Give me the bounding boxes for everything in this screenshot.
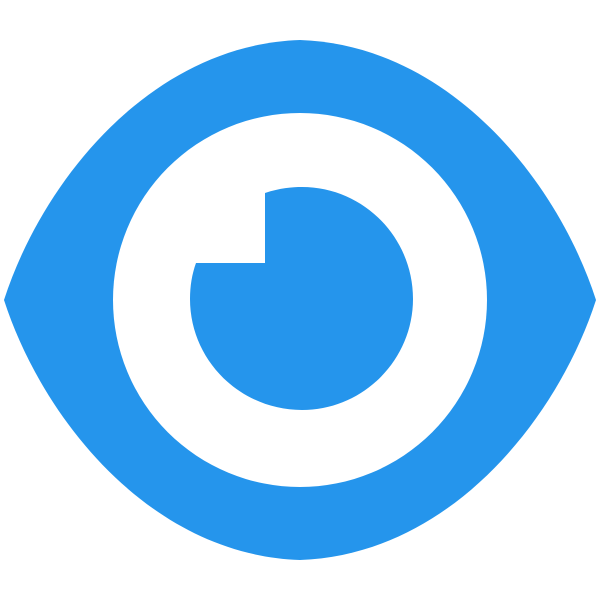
eye-icon: [4, 40, 596, 560]
eye-logo: [0, 0, 600, 600]
